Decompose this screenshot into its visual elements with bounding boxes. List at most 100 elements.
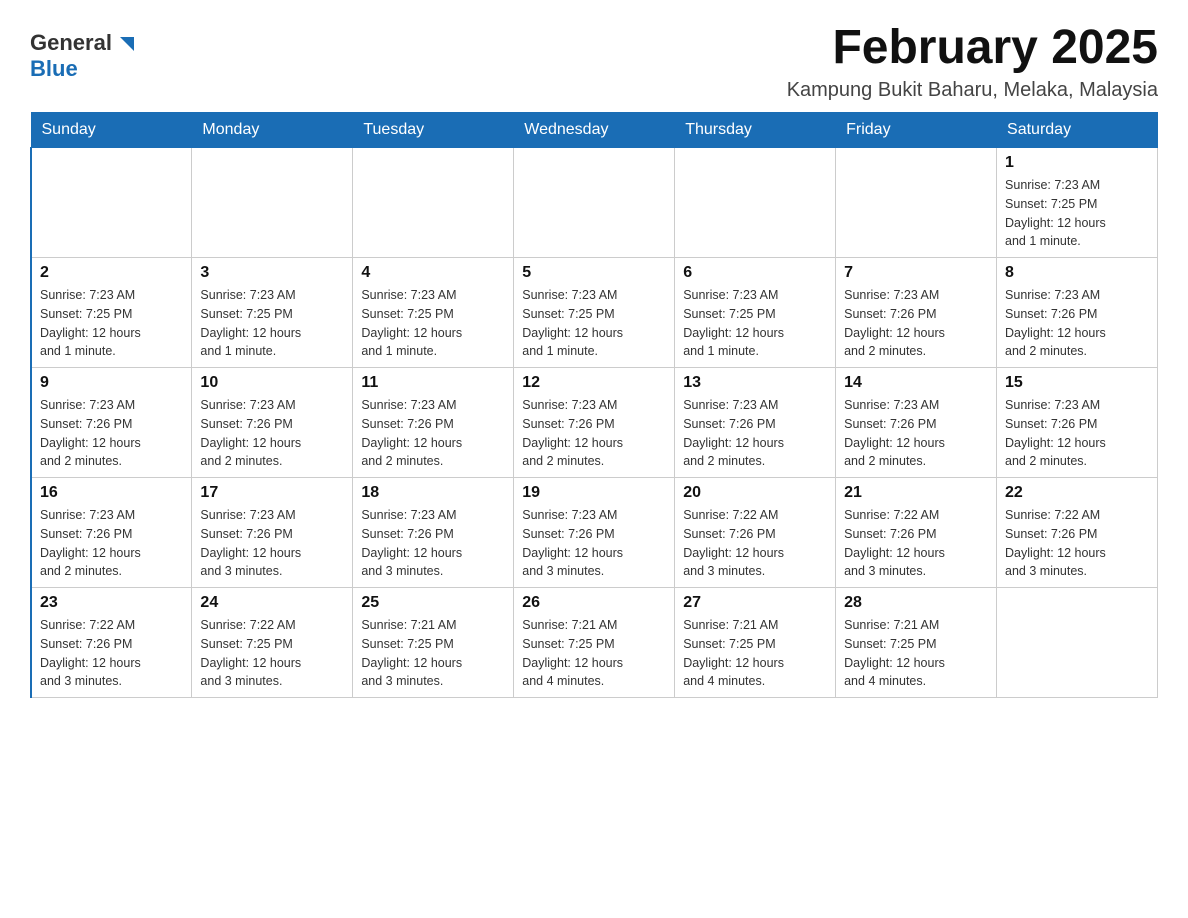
- day-info: Sunrise: 7:22 AM Sunset: 7:26 PM Dayligh…: [844, 506, 988, 581]
- day-number: 1: [1005, 154, 1149, 172]
- day-info: Sunrise: 7:22 AM Sunset: 7:25 PM Dayligh…: [200, 616, 344, 691]
- day-info: Sunrise: 7:23 AM Sunset: 7:25 PM Dayligh…: [1005, 176, 1149, 251]
- day-info: Sunrise: 7:23 AM Sunset: 7:25 PM Dayligh…: [40, 286, 183, 361]
- day-info: Sunrise: 7:23 AM Sunset: 7:26 PM Dayligh…: [361, 396, 505, 471]
- day-number: 16: [40, 484, 183, 502]
- day-info: Sunrise: 7:23 AM Sunset: 7:26 PM Dayligh…: [200, 396, 344, 471]
- day-cell: 7 Sunrise: 7:23 AM Sunset: 7:26 PM Daylig…: [836, 258, 997, 368]
- day-number: 19: [522, 484, 666, 502]
- day-number: 22: [1005, 484, 1149, 502]
- day-info: Sunrise: 7:23 AM Sunset: 7:26 PM Dayligh…: [361, 506, 505, 581]
- day-cell: 9 Sunrise: 7:23 AM Sunset: 7:26 PM Daylig…: [31, 368, 192, 478]
- day-number: 10: [200, 374, 344, 392]
- day-cell: 14Sunrise: 7:23 AM Sunset: 7:26 PM Dayli…: [836, 368, 997, 478]
- day-cell: 1 Sunrise: 7:23 AM Sunset: 7:25 PM Daylig…: [997, 148, 1158, 258]
- day-number: 9: [40, 374, 183, 392]
- day-cell: 11 Sunrise: 7:23 AM Sunset: 7:26 PM Dayli…: [353, 368, 514, 478]
- day-number: 8: [1005, 264, 1149, 282]
- day-info: Sunrise: 7:23 AM Sunset: 7:26 PM Dayligh…: [522, 506, 666, 581]
- week-row-5: 23 Sunrise: 7:22 AM Sunset: 7:26 PM Dayli…: [31, 588, 1158, 698]
- day-info: Sunrise: 7:23 AM Sunset: 7:26 PM Dayligh…: [40, 396, 183, 471]
- day-number: 7: [844, 264, 988, 282]
- day-cell: [514, 148, 675, 258]
- day-info: Sunrise: 7:22 AM Sunset: 7:26 PM Dayligh…: [40, 616, 183, 691]
- logo: General Blue: [30, 20, 136, 82]
- day-info: Sunrise: 7:23 AM Sunset: 7:26 PM Dayligh…: [1005, 396, 1149, 471]
- day-cell: 4 Sunrise: 7:23 AM Sunset: 7:25 PM Daylig…: [353, 258, 514, 368]
- day-header-monday: Monday: [192, 113, 353, 148]
- day-header-saturday: Saturday: [997, 113, 1158, 148]
- location-title: Kampung Bukit Baharu, Melaka, Malaysia: [787, 79, 1158, 102]
- day-cell: 6 Sunrise: 7:23 AM Sunset: 7:25 PM Daylig…: [675, 258, 836, 368]
- day-cell: [31, 148, 192, 258]
- day-cell: [675, 148, 836, 258]
- day-number: 4: [361, 264, 505, 282]
- day-number: 17: [200, 484, 344, 502]
- day-info: Sunrise: 7:21 AM Sunset: 7:25 PM Dayligh…: [361, 616, 505, 691]
- day-info: Sunrise: 7:23 AM Sunset: 7:26 PM Dayligh…: [200, 506, 344, 581]
- day-cell: 12Sunrise: 7:23 AM Sunset: 7:26 PM Dayli…: [514, 368, 675, 478]
- week-row-4: 16 Sunrise: 7:23 AM Sunset: 7:26 PM Dayli…: [31, 478, 1158, 588]
- day-cell: 27Sunrise: 7:21 AM Sunset: 7:25 PM Dayli…: [675, 588, 836, 698]
- header-row: SundayMondayTuesdayWednesdayThursdayFrid…: [31, 113, 1158, 148]
- day-info: Sunrise: 7:22 AM Sunset: 7:26 PM Dayligh…: [1005, 506, 1149, 581]
- logo-triangle-icon: [114, 33, 136, 55]
- day-cell: [353, 148, 514, 258]
- day-number: 25: [361, 594, 505, 612]
- day-cell: 19 Sunrise: 7:23 AM Sunset: 7:26 PM Dayli…: [514, 478, 675, 588]
- day-info: Sunrise: 7:23 AM Sunset: 7:26 PM Dayligh…: [844, 286, 988, 361]
- day-number: 6: [683, 264, 827, 282]
- day-cell: 25 Sunrise: 7:21 AM Sunset: 7:25 PM Dayli…: [353, 588, 514, 698]
- day-cell: 3Sunrise: 7:23 AM Sunset: 7:25 PM Daylig…: [192, 258, 353, 368]
- day-cell: 18Sunrise: 7:23 AM Sunset: 7:26 PM Dayli…: [353, 478, 514, 588]
- day-cell: 15Sunrise: 7:23 AM Sunset: 7:26 PM Dayli…: [997, 368, 1158, 478]
- day-number: 5: [522, 264, 666, 282]
- day-info: Sunrise: 7:23 AM Sunset: 7:25 PM Dayligh…: [683, 286, 827, 361]
- day-cell: 22 Sunrise: 7:22 AM Sunset: 7:26 PM Dayli…: [997, 478, 1158, 588]
- day-info: Sunrise: 7:23 AM Sunset: 7:25 PM Dayligh…: [361, 286, 505, 361]
- day-number: 26: [522, 594, 666, 612]
- day-number: 28: [844, 594, 988, 612]
- day-cell: [836, 148, 997, 258]
- logo-blue-text: Blue: [30, 56, 78, 82]
- logo-general-text: General: [30, 30, 112, 56]
- day-info: Sunrise: 7:23 AM Sunset: 7:25 PM Dayligh…: [200, 286, 344, 361]
- week-row-3: 9 Sunrise: 7:23 AM Sunset: 7:26 PM Daylig…: [31, 368, 1158, 478]
- day-header-wednesday: Wednesday: [514, 113, 675, 148]
- month-title: February 2025: [787, 20, 1158, 75]
- day-cell: [997, 588, 1158, 698]
- day-cell: 23 Sunrise: 7:22 AM Sunset: 7:26 PM Dayli…: [31, 588, 192, 698]
- day-info: Sunrise: 7:21 AM Sunset: 7:25 PM Dayligh…: [844, 616, 988, 691]
- day-number: 24: [200, 594, 344, 612]
- day-cell: 20 Sunrise: 7:22 AM Sunset: 7:26 PM Dayli…: [675, 478, 836, 588]
- day-cell: 21 Sunrise: 7:22 AM Sunset: 7:26 PM Dayli…: [836, 478, 997, 588]
- day-cell: 10 Sunrise: 7:23 AM Sunset: 7:26 PM Dayli…: [192, 368, 353, 478]
- day-cell: 16Sunrise: 7:23 AM Sunset: 7:26 PM Dayli…: [31, 478, 192, 588]
- week-row-1: 1 Sunrise: 7:23 AM Sunset: 7:25 PM Daylig…: [31, 148, 1158, 258]
- title-area: February 2025 Kampung Bukit Baharu, Mela…: [787, 20, 1158, 102]
- day-cell: 26 Sunrise: 7:21 AM Sunset: 7:25 PM Dayli…: [514, 588, 675, 698]
- day-number: 23: [40, 594, 183, 612]
- day-number: 12: [522, 374, 666, 392]
- day-cell: 13Sunrise: 7:23 AM Sunset: 7:26 PM Dayli…: [675, 368, 836, 478]
- day-number: 11: [361, 374, 505, 392]
- week-row-2: 2 Sunrise: 7:23 AM Sunset: 7:25 PM Daylig…: [31, 258, 1158, 368]
- day-header-tuesday: Tuesday: [353, 113, 514, 148]
- calendar-table: SundayMondayTuesdayWednesdayThursdayFrid…: [30, 112, 1158, 698]
- day-number: 20: [683, 484, 827, 502]
- day-cell: 28 Sunrise: 7:21 AM Sunset: 7:25 PM Dayli…: [836, 588, 997, 698]
- day-info: Sunrise: 7:21 AM Sunset: 7:25 PM Dayligh…: [683, 616, 827, 691]
- day-number: 2: [40, 264, 183, 282]
- day-info: Sunrise: 7:22 AM Sunset: 7:26 PM Dayligh…: [683, 506, 827, 581]
- day-cell: 17 Sunrise: 7:23 AM Sunset: 7:26 PM Dayli…: [192, 478, 353, 588]
- header: General Blue February 2025 Kampung Bukit…: [30, 20, 1158, 102]
- day-header-friday: Friday: [836, 113, 997, 148]
- day-header-sunday: Sunday: [31, 113, 192, 148]
- day-info: Sunrise: 7:21 AM Sunset: 7:25 PM Dayligh…: [522, 616, 666, 691]
- day-info: Sunrise: 7:23 AM Sunset: 7:26 PM Dayligh…: [1005, 286, 1149, 361]
- day-header-thursday: Thursday: [675, 113, 836, 148]
- day-cell: 5Sunrise: 7:23 AM Sunset: 7:25 PM Daylig…: [514, 258, 675, 368]
- day-cell: 24 Sunrise: 7:22 AM Sunset: 7:25 PM Dayli…: [192, 588, 353, 698]
- day-number: 21: [844, 484, 988, 502]
- day-cell: 8 Sunrise: 7:23 AM Sunset: 7:26 PM Daylig…: [997, 258, 1158, 368]
